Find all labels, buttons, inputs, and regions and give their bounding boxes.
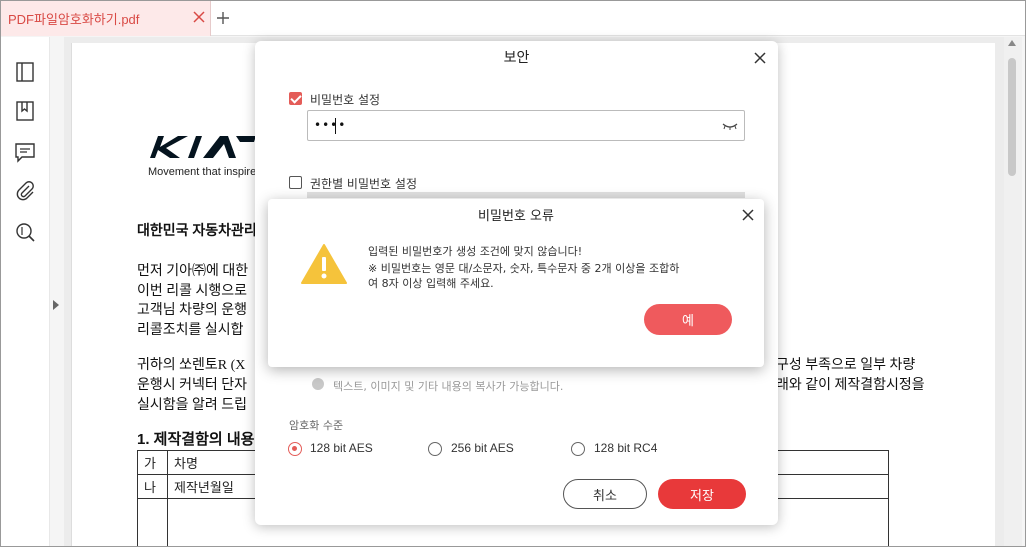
close-icon[interactable] bbox=[742, 209, 754, 221]
scroll-up-icon[interactable] bbox=[1008, 40, 1016, 46]
radio-256-aes[interactable] bbox=[428, 442, 442, 456]
permission-label: 권한별 비밀번호 설정 bbox=[310, 177, 417, 191]
kia-tagline: Movement that inspire bbox=[148, 166, 257, 178]
tab-close-icon[interactable] bbox=[192, 10, 206, 24]
doc-line-right: 래와 같이 제작결함시정을 bbox=[776, 378, 925, 393]
radio-label: 256 bit AES bbox=[451, 441, 514, 455]
warning-icon bbox=[301, 244, 347, 284]
security-dialog-title: 보안 bbox=[503, 50, 530, 66]
doc-line: 귀하의 쏘렌토R (X bbox=[137, 358, 246, 373]
radio-128-rc4[interactable] bbox=[571, 442, 585, 456]
text-cursor bbox=[335, 118, 336, 134]
search-icon[interactable] bbox=[14, 221, 36, 243]
password-value: •••• bbox=[314, 118, 347, 132]
permission-checkbox[interactable] bbox=[289, 176, 302, 189]
doc-line: 운행시 커넥터 단자 bbox=[137, 378, 248, 393]
error-dialog-title: 비밀번호 오류 bbox=[478, 209, 554, 224]
doc-heading: 대한민국 자동차관리 bbox=[137, 222, 257, 238]
permission-field bbox=[307, 192, 745, 198]
ok-button[interactable]: 예 bbox=[644, 304, 732, 335]
kia-logo bbox=[150, 136, 256, 158]
radio-128-aes[interactable] bbox=[288, 442, 302, 456]
error-message-line: ※ 비밀번호는 영문 대/소문자, 숫자, 특수문자 중 2개 이상을 조합하 bbox=[368, 262, 680, 275]
doc-section-heading: 1. 제작결함의 내용 bbox=[137, 431, 255, 448]
save-button[interactable]: 저장 bbox=[658, 479, 746, 509]
left-sidebar bbox=[0, 37, 50, 547]
encryption-label: 암호화 수준 bbox=[289, 419, 344, 432]
doc-line: 리콜조치를 실시합 bbox=[137, 323, 244, 338]
tab-title: PDF파일암호화하기.pdf bbox=[8, 11, 140, 27]
password-label: 비밀번호 설정 bbox=[310, 93, 381, 107]
table-cell bbox=[137, 498, 168, 547]
password-checkbox[interactable] bbox=[289, 92, 302, 105]
doc-line: 먼저 기아㈜에 대한 bbox=[137, 264, 249, 279]
eye-closed-icon[interactable] bbox=[722, 121, 738, 131]
check-circle-icon bbox=[312, 378, 324, 390]
table-cell: 나 bbox=[137, 474, 168, 499]
tab-bar: PDF파일암호화하기.pdf bbox=[0, 0, 1026, 36]
close-icon[interactable] bbox=[753, 51, 767, 65]
cancel-button[interactable]: 취소 bbox=[563, 479, 647, 509]
comment-icon[interactable] bbox=[14, 141, 36, 163]
radio-label: 128 bit AES bbox=[310, 441, 373, 455]
doc-line-right: 구성 부족으로 일부 차량 bbox=[776, 358, 916, 373]
radio-label: 128 bit RC4 bbox=[594, 441, 658, 455]
table-cell: 가 bbox=[137, 450, 168, 475]
bookmark-icon[interactable] bbox=[14, 100, 36, 122]
error-message-line: 여 8자 이상 입력해 주세요. bbox=[368, 277, 494, 290]
thumbnail-panel-icon[interactable] bbox=[14, 61, 36, 83]
password-input[interactable]: •••• bbox=[307, 110, 745, 141]
doc-line: 고객님 차량의 운행 bbox=[137, 303, 248, 318]
attachment-icon[interactable] bbox=[14, 180, 36, 202]
scroll-thumb[interactable] bbox=[1008, 58, 1016, 176]
password-error-dialog: 비밀번호 오류 입력된 비밀번호가 생성 조건에 맞지 않습니다! ※ 비밀번호… bbox=[268, 199, 764, 367]
add-tab-icon[interactable] bbox=[215, 10, 231, 26]
expand-panel-icon[interactable] bbox=[52, 300, 60, 310]
doc-line: 실시함을 알려 드립 bbox=[137, 398, 248, 413]
copy-note: 텍스트, 이미지 및 기타 내용의 복사가 가능합니다. bbox=[333, 380, 564, 393]
doc-line: 이번 리콜 시행으로 bbox=[137, 284, 248, 299]
error-message-line: 입력된 비밀번호가 생성 조건에 맞지 않습니다! bbox=[368, 245, 583, 258]
document-tab[interactable]: PDF파일암호화하기.pdf bbox=[0, 0, 211, 36]
